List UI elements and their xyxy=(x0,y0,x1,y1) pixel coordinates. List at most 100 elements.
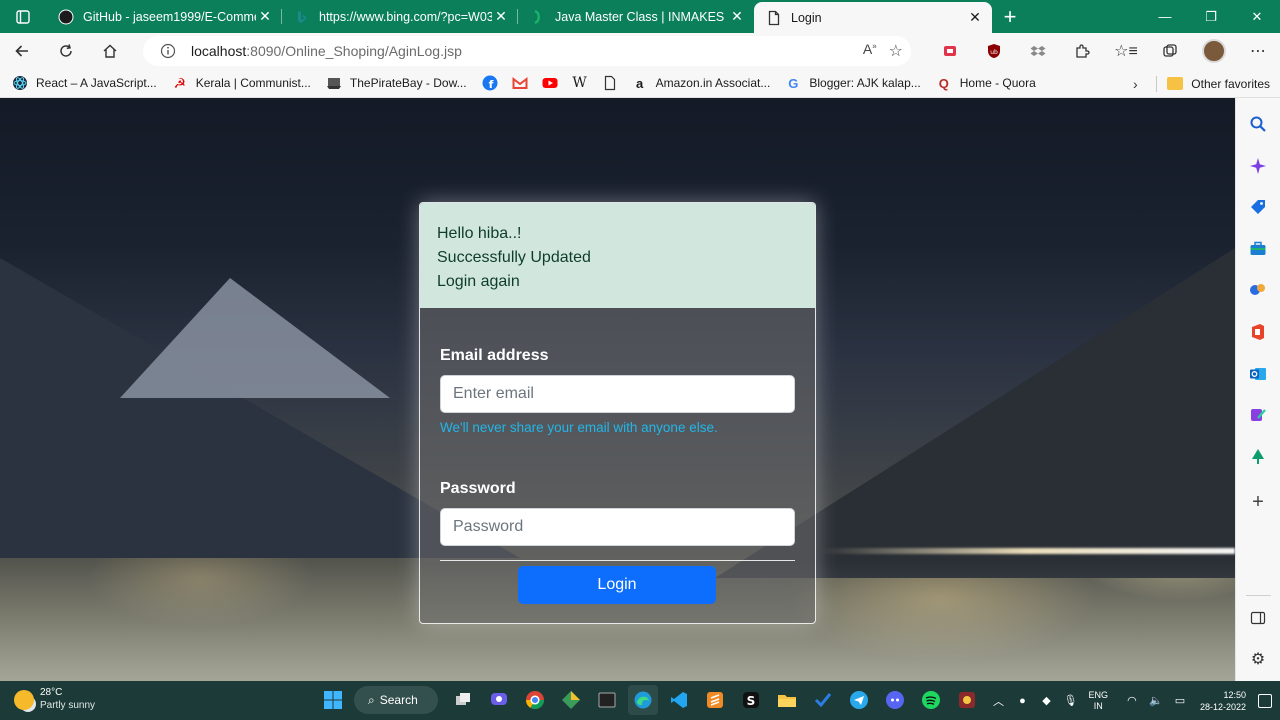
favorite-gmail[interactable] xyxy=(512,75,528,91)
favorite-amazon[interactable]: a Amazon.in Associat... xyxy=(632,75,771,91)
quora-icon: Q xyxy=(938,75,949,91)
outlook-icon[interactable] xyxy=(1248,364,1268,384)
spotify-icon[interactable] xyxy=(916,685,946,715)
react-icon xyxy=(12,75,28,91)
tray-app-icon[interactable]: ● xyxy=(1010,681,1034,720)
password-field[interactable]: Password xyxy=(440,508,795,546)
login-button[interactable]: Login xyxy=(518,566,716,604)
favorite-label: Amazon.in Associat... xyxy=(655,76,771,90)
new-tab-button[interactable]: + xyxy=(992,0,1028,33)
favorite-blogger[interactable]: G Blogger: AJK kalap... xyxy=(785,75,920,91)
email-field[interactable]: Enter email xyxy=(440,375,795,413)
search-icon[interactable] xyxy=(1248,114,1268,134)
tab-github[interactable]: GitHub - jaseem1999/E-Commer ✕ xyxy=(46,0,282,33)
designer-icon[interactable] xyxy=(1248,405,1268,425)
site-info-icon[interactable] xyxy=(159,42,177,60)
add-sidebar-app-icon[interactable]: + xyxy=(1248,491,1268,513)
tab-actions-button[interactable] xyxy=(0,0,46,33)
home-button[interactable] xyxy=(88,33,132,69)
more-favorites-chevron-icon[interactable]: › xyxy=(1120,76,1150,92)
discord-icon[interactable] xyxy=(880,685,910,715)
close-icon[interactable]: ✕ xyxy=(492,8,510,25)
telegram-icon[interactable] xyxy=(844,685,874,715)
clock-time: 12:50 xyxy=(1223,689,1246,700)
tools-briefcase-icon[interactable] xyxy=(1248,239,1268,259)
todo-icon[interactable] xyxy=(808,685,838,715)
wifi-icon[interactable]: ◠ xyxy=(1120,681,1144,720)
favorite-wikipedia[interactable]: W xyxy=(572,75,588,91)
language-indicator[interactable]: ENG IN xyxy=(1088,690,1108,712)
close-icon[interactable]: ✕ xyxy=(256,8,274,25)
minimize-button[interactable]: — xyxy=(1142,0,1188,33)
battery-icon[interactable]: ▭ xyxy=(1168,681,1192,720)
game-app-icon[interactable] xyxy=(952,685,982,715)
terminal-icon[interactable] xyxy=(592,685,622,715)
tab-login[interactable]: Login ✕ xyxy=(754,2,992,33)
tab-inmakes[interactable]: Java Master Class | INMAKES LEA ✕ xyxy=(518,0,754,33)
taskbar-search[interactable]: ⌕ Search xyxy=(354,686,438,714)
address-url[interactable]: localhost:8090/Online_Shoping/AginLog.js… xyxy=(191,43,462,59)
tree-icon[interactable] xyxy=(1248,447,1268,467)
hide-sidebar-icon[interactable] xyxy=(1248,608,1268,628)
refresh-button[interactable] xyxy=(44,33,88,69)
wikipedia-icon: W xyxy=(572,75,587,91)
chrome-icon[interactable] xyxy=(520,685,550,715)
background-lights xyxy=(820,548,1235,554)
extension-icon[interactable] xyxy=(928,33,972,69)
favorite-quora[interactable]: Q Home - Quora xyxy=(936,75,1036,91)
notifications-icon[interactable] xyxy=(1258,693,1272,708)
favorite-kerala[interactable]: ☭ Kerala | Communist... xyxy=(172,74,310,91)
favorites-icon[interactable]: ☆≡ xyxy=(1104,33,1148,69)
tab-bing[interactable]: https://www.bing.com/?pc=W03 ✕ xyxy=(282,0,518,33)
dropbox-icon[interactable] xyxy=(1016,33,1060,69)
profile-avatar[interactable] xyxy=(1192,33,1236,69)
alert-instruction: Login again xyxy=(437,273,520,290)
close-window-button[interactable]: ✕ xyxy=(1234,0,1280,33)
edge-icon[interactable] xyxy=(628,685,658,715)
extensions-puzzle-icon[interactable] xyxy=(1060,33,1104,69)
vscode-icon[interactable] xyxy=(664,685,694,715)
games-icon[interactable] xyxy=(1248,280,1268,300)
tray-app-icon[interactable]: ◆ xyxy=(1034,681,1058,720)
address-bar[interactable]: localhost:8090/Online_Shoping/AginLog.js… xyxy=(143,36,911,66)
read-aloud-icon[interactable]: A» xyxy=(863,41,877,61)
edge-sidebar: + ⚙ xyxy=(1235,98,1280,681)
sublime-icon[interactable] xyxy=(700,685,730,715)
close-icon[interactable]: ✕ xyxy=(966,9,984,26)
chat-icon[interactable] xyxy=(484,685,514,715)
hammer-sickle-icon: ☭ xyxy=(173,74,187,91)
favorite-facebook[interactable]: f xyxy=(482,75,498,91)
tab-title: Login xyxy=(791,10,822,25)
copilot-sparkle-icon[interactable] xyxy=(1248,156,1268,176)
ublock-icon[interactable]: ub xyxy=(972,33,1016,69)
favorite-document[interactable] xyxy=(602,75,618,91)
close-icon[interactable]: ✕ xyxy=(728,8,746,25)
bing-icon xyxy=(294,9,310,25)
collections-icon[interactable] xyxy=(1148,33,1192,69)
svg-text:f: f xyxy=(488,78,493,91)
clock[interactable]: 12:50 28-12-2022 xyxy=(1200,689,1246,713)
show-hidden-icons-chevron-icon[interactable]: ︿ xyxy=(986,681,1010,720)
tab-title: GitHub - jaseem1999/E-Commer xyxy=(83,9,256,24)
shopping-tag-icon[interactable] xyxy=(1248,197,1268,217)
office-icon[interactable] xyxy=(1248,322,1268,342)
start-windows-icon[interactable] xyxy=(318,685,348,715)
favorite-piratebay[interactable]: ThePirateBay - Dow... xyxy=(326,75,467,91)
settings-more-button[interactable]: ⋯ xyxy=(1236,33,1280,69)
microphone-icon[interactable]: 🎙 xyxy=(1058,681,1082,720)
other-favorites[interactable]: Other favorites xyxy=(1167,77,1270,91)
add-favorite-icon[interactable]: ☆ xyxy=(889,41,903,61)
s-app-icon[interactable]: S xyxy=(736,685,766,715)
window-controls: — ❐ ✕ xyxy=(1142,0,1280,33)
file-explorer-icon[interactable] xyxy=(772,685,802,715)
back-button[interactable] xyxy=(0,33,44,69)
inmakes-icon xyxy=(530,9,546,25)
weather-widget[interactable]: 28°C Partly sunny xyxy=(14,687,95,712)
sidebar-settings-gear-icon[interactable]: ⚙ xyxy=(1248,649,1268,669)
volume-icon[interactable]: 🔈 xyxy=(1144,681,1168,720)
favorite-youtube[interactable] xyxy=(542,75,558,91)
git-kraken-icon[interactable] xyxy=(556,685,586,715)
restore-button[interactable]: ❐ xyxy=(1188,0,1234,33)
task-view-icon[interactable] xyxy=(448,685,478,715)
favorite-react[interactable]: React – A JavaScript... xyxy=(12,75,157,91)
